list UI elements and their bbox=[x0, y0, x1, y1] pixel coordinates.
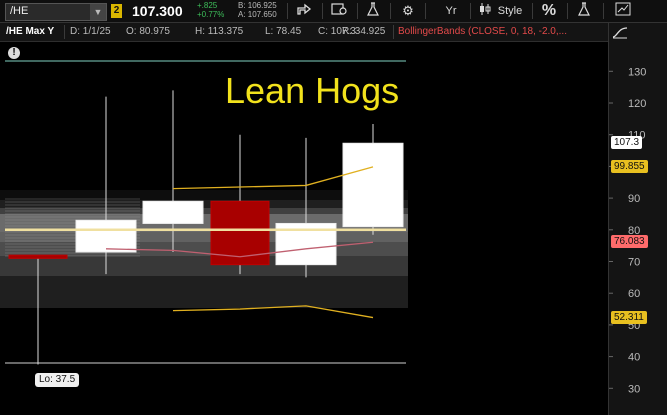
volume-profile-band bbox=[0, 256, 408, 276]
candlestick-chart[interactable]: 30405060708090100110120130 bbox=[0, 0, 667, 415]
upper-band-pill: 99.855 bbox=[611, 159, 648, 173]
axis-tick-label: 40 bbox=[628, 352, 640, 364]
axis-tick-label: 70 bbox=[628, 257, 640, 269]
candle-body bbox=[8, 254, 68, 259]
chart-title: Lean Hogs bbox=[225, 70, 400, 111]
middle-band-pill: 76.083 bbox=[611, 235, 648, 249]
axis-tick-label: 120 bbox=[628, 98, 646, 110]
axis-tick-label: 90 bbox=[628, 193, 640, 205]
candle-body bbox=[142, 200, 204, 224]
low-price-label: Lo: 37.5 bbox=[35, 373, 80, 387]
axis-tick-label: 130 bbox=[628, 66, 646, 78]
event-marker-icon[interactable]: ! bbox=[8, 47, 20, 59]
last-price-pill: 107.3 bbox=[611, 136, 643, 150]
lower-band-pill: 52.311 bbox=[611, 310, 647, 324]
axis-tick-label: 30 bbox=[628, 383, 640, 395]
axis-tick-label: 60 bbox=[628, 288, 640, 300]
candle-body bbox=[342, 142, 404, 228]
candle-body bbox=[75, 219, 137, 253]
volume-profile-band bbox=[0, 276, 408, 308]
